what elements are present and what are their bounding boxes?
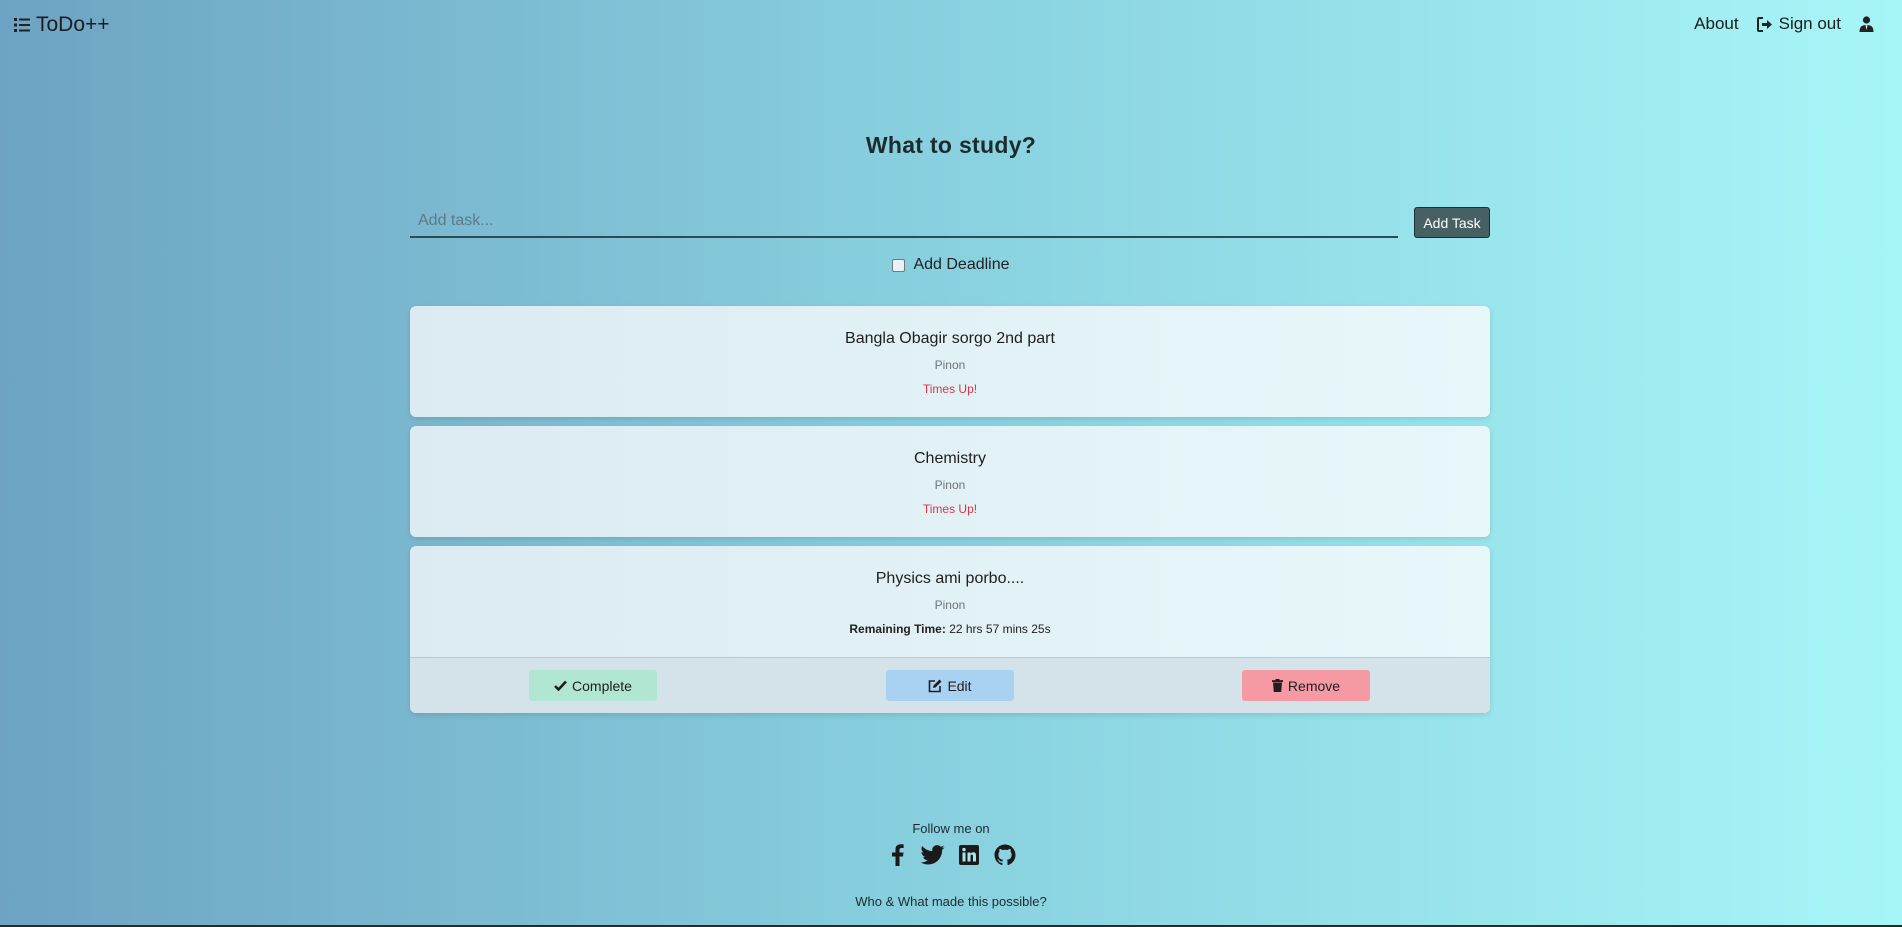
remaining-time-value: 22 hrs 57 mins 25s xyxy=(949,622,1051,636)
task-owner: Pinon xyxy=(934,358,966,372)
brand-logo[interactable]: ToDo++ xyxy=(14,13,110,37)
linkedin-icon[interactable] xyxy=(957,843,981,867)
user-profile-button[interactable] xyxy=(1859,16,1874,32)
remaining-time: Remaining Time: 22 hrs 57 mins 25s xyxy=(410,622,1490,636)
complete-label: Complete xyxy=(572,677,632,694)
deadline-toggle: Add Deadline xyxy=(0,256,1902,274)
add-task-button[interactable]: Add Task xyxy=(1414,207,1490,238)
task-owner: Pinon xyxy=(934,598,966,612)
deadline-checkbox[interactable] xyxy=(892,258,906,272)
task-title: Chemistry xyxy=(913,450,986,467)
task-status: Times Up! xyxy=(922,382,978,396)
signout-link[interactable]: Sign out xyxy=(1756,14,1841,34)
facebook-icon[interactable] xyxy=(885,843,909,867)
task-status: Times Up! xyxy=(922,502,978,516)
task-title: Bangla Obagir sorgo 2nd part xyxy=(845,330,1055,347)
deadline-label[interactable]: Add Deadline xyxy=(913,256,1009,274)
add-task-input[interactable] xyxy=(410,206,1398,238)
navbar: ToDo++ About Sign out xyxy=(0,0,1902,50)
remaining-time-label: Remaining Time: xyxy=(849,622,946,636)
task-card[interactable]: Chemistry Pinon Times Up! xyxy=(410,426,1490,537)
twitter-icon[interactable] xyxy=(921,843,945,867)
edit-icon xyxy=(929,679,942,692)
signout-icon xyxy=(1756,16,1772,32)
brand-name: ToDo++ xyxy=(36,13,110,36)
about-label: About xyxy=(1694,14,1739,33)
check-icon xyxy=(554,680,567,691)
list-icon xyxy=(14,18,30,32)
signout-label: Sign out xyxy=(1778,14,1841,33)
complete-button[interactable]: Complete xyxy=(529,670,657,701)
follow-text: Follow me on xyxy=(912,821,990,836)
remove-label: Remove xyxy=(1287,677,1341,694)
trash-icon xyxy=(1271,679,1283,692)
page-title: What to study? xyxy=(865,132,1037,158)
task-card-expanded[interactable]: Physics ami porbo.... Pinon Remaining Ti… xyxy=(410,546,1490,713)
task-card[interactable]: Bangla Obagir sorgo 2nd part Pinon Times… xyxy=(410,306,1490,417)
task-actions: Complete Edit Remove xyxy=(410,657,1490,713)
about-link[interactable]: About xyxy=(1694,14,1738,34)
edit-label: Edit xyxy=(947,677,972,694)
social-links xyxy=(0,843,1902,867)
nav-right: About Sign out xyxy=(1694,14,1874,34)
remove-button[interactable]: Remove xyxy=(1242,670,1370,701)
edit-button[interactable]: Edit xyxy=(886,670,1014,701)
user-icon xyxy=(1859,16,1874,32)
credits-link[interactable]: Who & What made this possible? xyxy=(0,894,1902,909)
task-owner: Pinon xyxy=(934,478,966,492)
task-title: Physics ami porbo.... xyxy=(875,570,1025,587)
github-icon[interactable] xyxy=(993,843,1017,867)
